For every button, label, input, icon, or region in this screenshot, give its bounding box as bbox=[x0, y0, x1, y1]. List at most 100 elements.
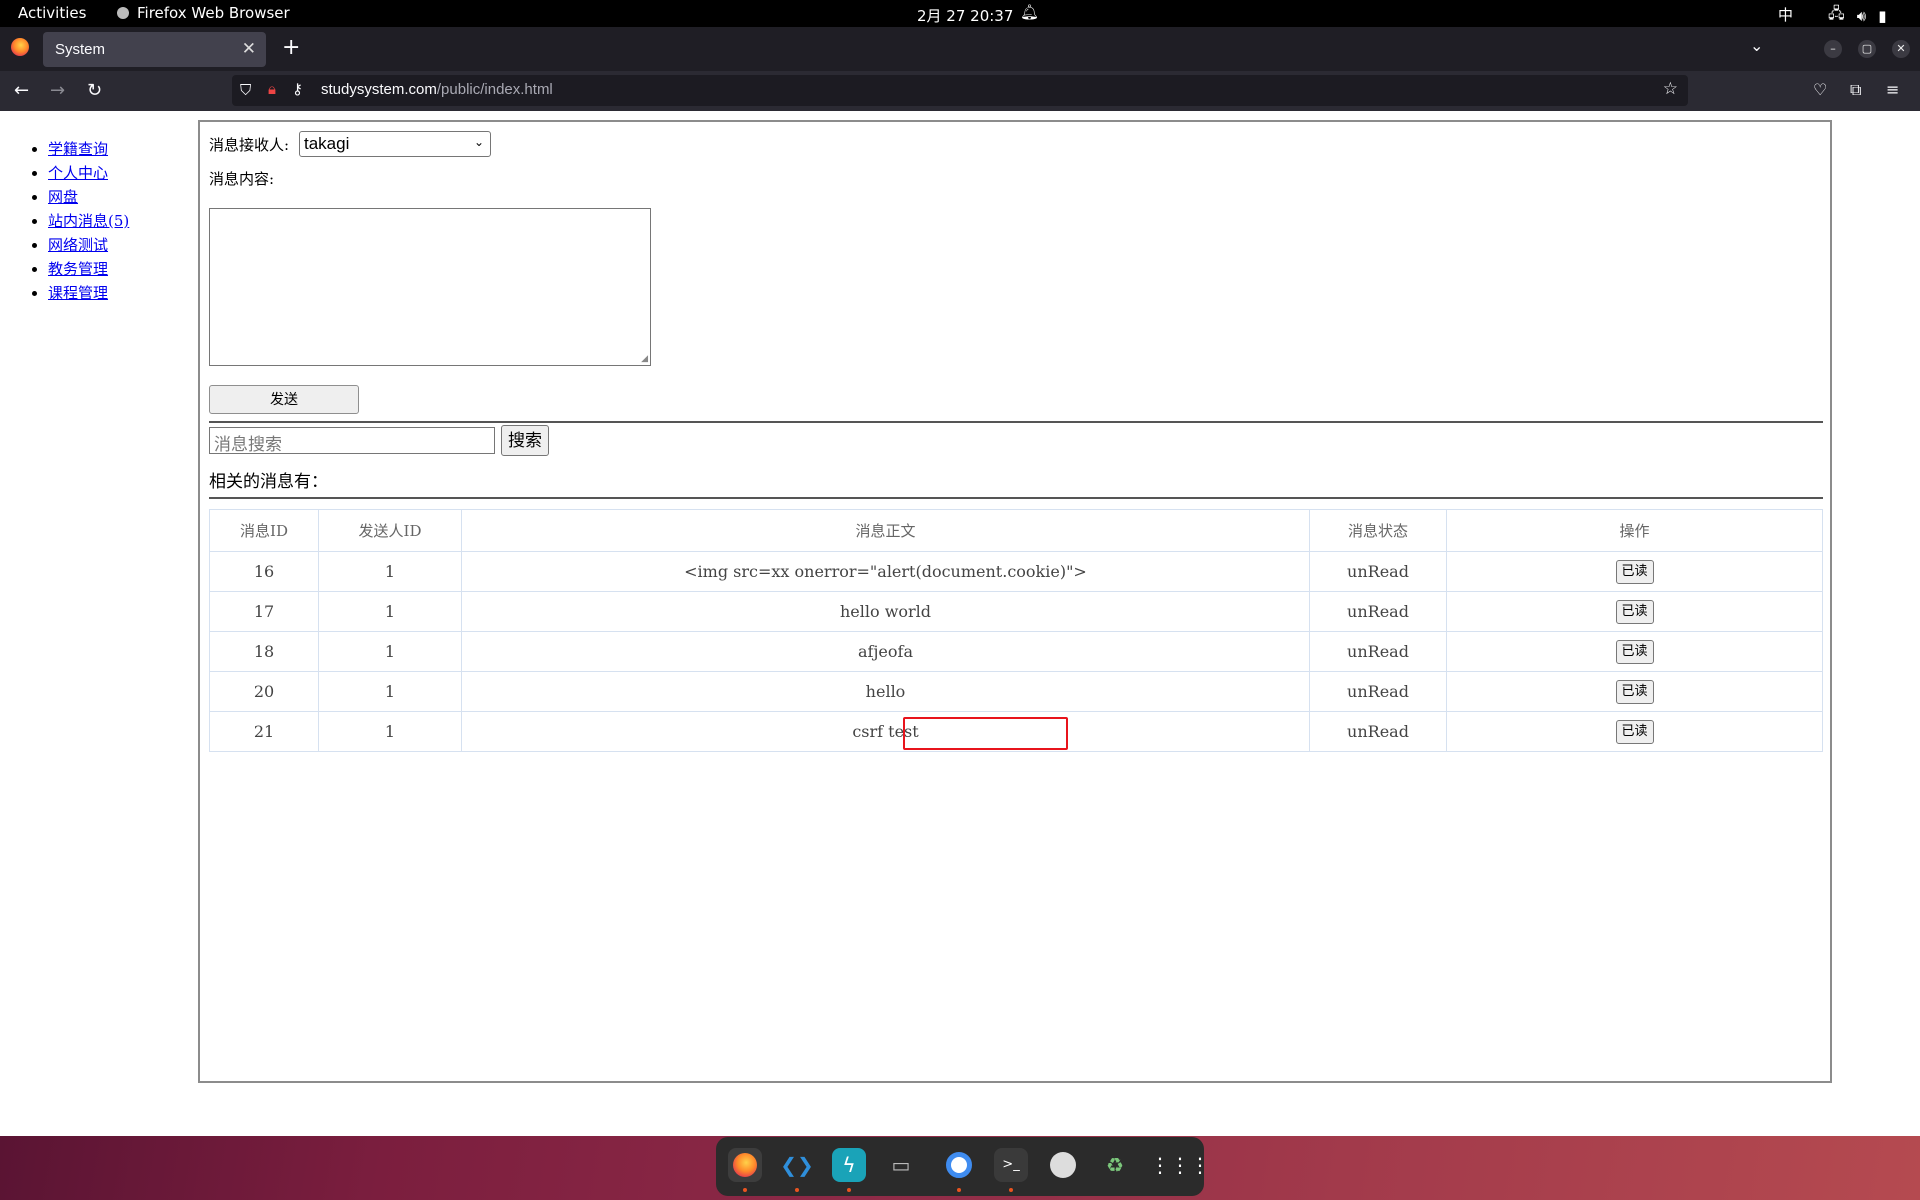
send-button[interactable]: 发送 bbox=[209, 385, 359, 414]
maximize-icon[interactable]: ▢ bbox=[1858, 40, 1876, 58]
pocket-icon[interactable]: ♡ bbox=[1813, 80, 1827, 99]
tab-system[interactable]: System ✕ bbox=[43, 32, 266, 67]
message-status: unRead bbox=[1309, 591, 1447, 632]
table-row: 17 1 hello world unRead 已读 bbox=[209, 591, 1823, 632]
mark-read-button[interactable]: 已读 bbox=[1615, 719, 1654, 744]
nav-item-student-records: 学籍查询 bbox=[48, 137, 129, 161]
sender-id: 1 bbox=[318, 671, 462, 712]
close-window-icon[interactable]: ✕ bbox=[1892, 40, 1910, 58]
list-tabs-chevron-icon[interactable]: ⌄ bbox=[1750, 36, 1763, 55]
chrome-icon[interactable] bbox=[942, 1148, 976, 1182]
tracking-shield-icon[interactable]: ⛉ bbox=[240, 81, 251, 99]
battery-icon: ▮ bbox=[1878, 6, 1887, 25]
url-text[interactable]: studysystem.com/public/index.html bbox=[321, 81, 553, 98]
system-top-bar: Activities Firefox Web Browser 2月 27 20:… bbox=[0, 0, 1920, 27]
message-body: <img src=xx onerror="alert(document.cook… bbox=[461, 551, 1310, 592]
nav-item-personal-center: 个人中心 bbox=[48, 161, 129, 185]
column-header: 消息ID bbox=[209, 509, 319, 552]
back-icon[interactable]: ← bbox=[14, 80, 29, 101]
sublime-icon[interactable]: ϟ bbox=[832, 1148, 866, 1182]
vscode-icon[interactable]: ❮❯ bbox=[780, 1148, 814, 1182]
mark-read-button[interactable]: 已读 bbox=[1615, 639, 1654, 664]
extensions-icon[interactable]: ⧉ bbox=[1850, 80, 1861, 100]
app-menu[interactable]: Firefox Web Browser bbox=[117, 4, 290, 22]
firefox-icon[interactable] bbox=[728, 1148, 762, 1182]
message-status: unRead bbox=[1309, 631, 1447, 672]
trash-icon[interactable]: ♻ bbox=[1098, 1148, 1132, 1182]
nav-link[interactable]: 个人中心 bbox=[48, 164, 108, 182]
content-label: 消息内容: bbox=[209, 170, 275, 188]
message-status: unRead bbox=[1309, 671, 1447, 712]
system-tray[interactable]: 🖧︎ 🔊︎ ▮ bbox=[1828, 3, 1886, 28]
action-cell: 已读 bbox=[1446, 551, 1823, 592]
left-nav-menu: 学籍查询 个人中心 网盘 站内消息(5) 网络测试 教务管理 课程管理 bbox=[28, 137, 129, 305]
input-method-indicator[interactable]: 中 bbox=[1778, 4, 1793, 25]
clock[interactable]: 2月 27 20:37 bbox=[917, 5, 1013, 26]
mark-read-button[interactable]: 已读 bbox=[1615, 599, 1654, 624]
firefox-icon bbox=[11, 38, 29, 56]
nav-link[interactable]: 网络测试 bbox=[48, 236, 108, 254]
action-cell: 已读 bbox=[1446, 631, 1823, 672]
chevron-down-icon: ⌄ bbox=[473, 135, 484, 149]
nav-link[interactable]: 学籍查询 bbox=[48, 140, 108, 158]
message-id: 16 bbox=[209, 551, 319, 592]
mark-read-button[interactable]: 已读 bbox=[1615, 679, 1654, 704]
tab-bar: System ✕ + ⌄ – ▢ ✕ bbox=[0, 27, 1920, 71]
nav-link[interactable]: 网盘 bbox=[48, 188, 78, 206]
message-body: afjeofa bbox=[461, 631, 1310, 672]
app-grid-icon[interactable]: ⋮⋮⋮ bbox=[1150, 1148, 1210, 1182]
network-icon: 🖧︎ bbox=[1828, 4, 1845, 22]
close-tab-icon[interactable]: ✕ bbox=[242, 39, 256, 59]
mark-read-button[interactable]: 已读 bbox=[1615, 559, 1654, 584]
running-indicator bbox=[957, 1188, 961, 1192]
nav-item-messages: 站内消息(5) bbox=[48, 209, 129, 233]
nav-link[interactable]: 教务管理 bbox=[48, 260, 108, 278]
message-id: 17 bbox=[209, 591, 319, 632]
message-id: 18 bbox=[209, 631, 319, 672]
url-bar[interactable]: ⛉ 🔒︎ ⚷ studysystem.com/public/index.html… bbox=[232, 75, 1688, 106]
search-button[interactable]: 搜索 bbox=[501, 425, 549, 456]
disc-icon[interactable] bbox=[1046, 1148, 1080, 1182]
column-header: 操作 bbox=[1446, 509, 1823, 552]
insecure-lock-icon[interactable]: 🔒︎ bbox=[268, 80, 276, 98]
nav-link[interactable]: 课程管理 bbox=[48, 284, 108, 302]
minimize-icon[interactable]: – bbox=[1824, 40, 1842, 58]
resize-grip-icon[interactable]: ◢ bbox=[641, 354, 648, 364]
message-status: unRead bbox=[1309, 711, 1447, 752]
message-content-textarea[interactable]: ◢ bbox=[209, 208, 651, 366]
table-row: 20 1 hello unRead 已读 bbox=[209, 671, 1823, 712]
recipient-label: 消息接收人: bbox=[209, 136, 290, 154]
column-header: 发送人ID bbox=[318, 509, 462, 552]
navigation-bar: ← → ↻ ⛉ 🔒︎ ⚷ studysystem.com/public/inde… bbox=[0, 71, 1920, 111]
tab-title: System bbox=[55, 41, 106, 58]
nav-item-academic-affairs: 教务管理 bbox=[48, 257, 129, 281]
message-search-input[interactable]: 消息搜索 bbox=[209, 427, 495, 455]
action-cell: 已读 bbox=[1446, 591, 1823, 632]
bookmark-star-icon[interactable]: ☆ bbox=[1663, 79, 1678, 99]
terminal-icon[interactable]: >_ bbox=[994, 1148, 1028, 1182]
key-icon[interactable]: ⚷ bbox=[292, 80, 303, 98]
nav-link[interactable]: 站内消息(5) bbox=[48, 212, 129, 230]
message-body: hello world bbox=[461, 591, 1310, 632]
message-body: hello bbox=[461, 671, 1310, 712]
menu-icon[interactable]: ≡ bbox=[1886, 80, 1899, 99]
activities-button[interactable]: Activities bbox=[18, 4, 86, 22]
table-header-row: 消息ID 发送人ID 消息正文 消息状态 操作 bbox=[209, 509, 1823, 552]
sender-id: 1 bbox=[318, 591, 462, 632]
action-cell: 已读 bbox=[1446, 671, 1823, 712]
message-id: 20 bbox=[209, 671, 319, 712]
new-tab-icon[interactable]: + bbox=[282, 35, 300, 60]
reload-icon[interactable]: ↻ bbox=[87, 80, 102, 101]
divider bbox=[209, 497, 1823, 499]
recipient-select[interactable]: takagi ⌄ bbox=[299, 131, 491, 157]
message-status: unRead bbox=[1309, 551, 1447, 592]
forward-icon[interactable]: → bbox=[50, 80, 65, 101]
web-page: 学籍查询 个人中心 网盘 站内消息(5) 网络测试 教务管理 课程管理 消息接收… bbox=[0, 111, 1920, 1136]
running-indicator bbox=[743, 1188, 747, 1192]
volume-icon: 🔊︎ bbox=[1856, 6, 1867, 25]
files-icon[interactable]: ▭ bbox=[884, 1148, 918, 1182]
table-row: 21 1 csrf test unRead 已读 bbox=[209, 711, 1823, 752]
recipient-value: takagi bbox=[304, 134, 350, 153]
firefox-small-icon bbox=[117, 7, 129, 19]
app-name-label: Firefox Web Browser bbox=[137, 4, 290, 22]
